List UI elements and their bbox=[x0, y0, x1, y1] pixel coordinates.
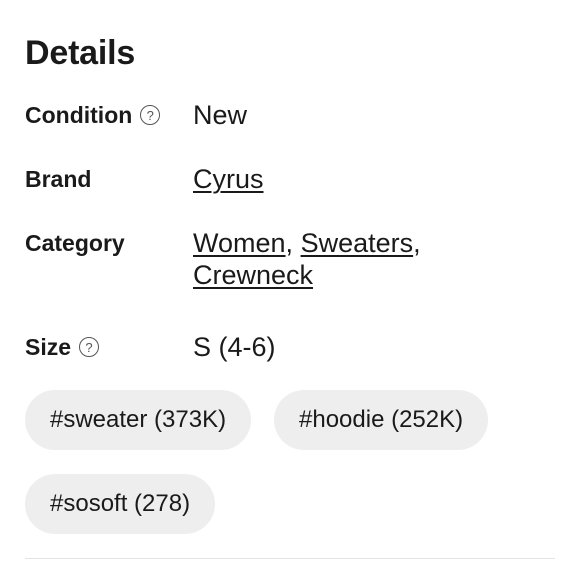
details-panel: Details Condition ? New Brand Cyrus Cate… bbox=[0, 0, 580, 580]
condition-label: Condition bbox=[25, 102, 133, 128]
question-circle-icon[interactable]: ? bbox=[79, 337, 100, 357]
category-link-crewneck[interactable]: Crewneck bbox=[193, 260, 313, 290]
category-link-women[interactable]: Women bbox=[193, 228, 286, 258]
tag-hoodie[interactable]: #hoodie (252K) bbox=[274, 390, 489, 450]
size-value: S (4-6) bbox=[193, 332, 276, 362]
size-label: Size bbox=[25, 334, 72, 360]
category-link-sweaters[interactable]: Sweaters bbox=[301, 228, 414, 258]
section-divider bbox=[25, 558, 555, 559]
category-label: Category bbox=[25, 230, 125, 256]
tag-sweater[interactable]: #sweater (373K) bbox=[25, 390, 252, 450]
tag-sosoft[interactable]: #sosoft (278) bbox=[25, 474, 216, 534]
brand-link[interactable]: Cyrus bbox=[193, 164, 264, 194]
brand-label: Brand bbox=[25, 166, 92, 192]
section-title: Details bbox=[25, 34, 136, 72]
condition-value: New bbox=[193, 100, 248, 130]
question-circle-icon[interactable]: ? bbox=[140, 105, 161, 125]
